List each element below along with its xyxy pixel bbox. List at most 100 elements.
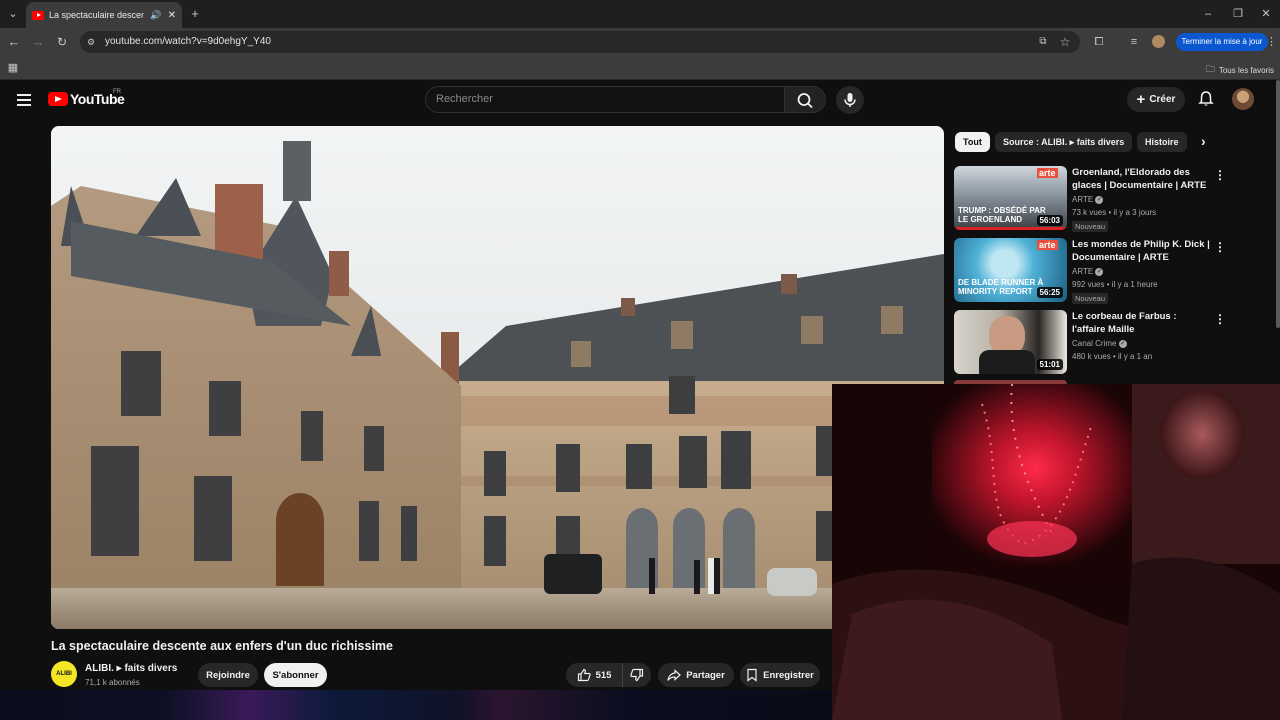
- subscribe-button[interactable]: S'abonner: [264, 663, 327, 687]
- channel-label: ARTE: [1072, 267, 1094, 276]
- recommendation-channel[interactable]: ARTE ✓: [1072, 267, 1104, 276]
- extensions-icon[interactable]: ⧠: [1092, 35, 1106, 49]
- browser-menu-icon[interactable]: ⋮: [1266, 35, 1277, 49]
- share-button[interactable]: Partager: [658, 663, 734, 687]
- channel-label: ARTE: [1072, 195, 1094, 204]
- channel-label: Canal Crime: [1072, 339, 1117, 348]
- channel-avatar[interactable]: ALIBI: [51, 661, 77, 687]
- recommendation-item[interactable]: arte TRUMP : OBSÉDÉ PAR LE GROENLAND 56:…: [954, 166, 1274, 232]
- notifications-bell-icon[interactable]: [1197, 90, 1215, 108]
- recommendation-item[interactable]: arte DE BLADE RUNNER À MINORITY REPORT 5…: [954, 238, 1274, 304]
- search-icon: [797, 93, 813, 109]
- watch-progress: [954, 227, 1067, 230]
- verified-icon: ✓: [1095, 195, 1104, 204]
- thumbs-up-icon: [577, 668, 591, 682]
- microphone-icon: [844, 93, 856, 107]
- recommendation-title[interactable]: Les mondes de Philip K. Dick | Documenta…: [1072, 238, 1210, 264]
- more-options-icon[interactable]: ⋮: [1214, 168, 1226, 182]
- video-thumbnail[interactable]: 51:01: [954, 310, 1067, 374]
- arte-logo: arte: [1037, 240, 1058, 250]
- voice-search-button[interactable]: [836, 86, 864, 114]
- region-code: FR: [113, 89, 121, 95]
- thumbs-down-icon: [630, 668, 644, 682]
- save-icon: [747, 668, 757, 682]
- video-title: La spectaculaire descente aux enfers d'u…: [51, 639, 393, 653]
- join-button[interactable]: Rejoindre: [198, 663, 258, 687]
- folder-icon: 🗀: [1205, 64, 1215, 74]
- all-bookmarks-button[interactable]: 🗀 Tous les favoris: [1206, 62, 1274, 78]
- search-button[interactable]: [784, 86, 826, 113]
- chevron-right-icon[interactable]: ›: [1201, 133, 1206, 149]
- more-options-icon[interactable]: ⋮: [1214, 240, 1226, 254]
- video-thumbnail[interactable]: arte DE BLADE RUNNER À MINORITY REPORT 5…: [954, 238, 1067, 302]
- dislike-button[interactable]: [622, 663, 651, 687]
- subscriber-count: 71,1 k abonnés: [85, 678, 140, 687]
- tab-search-icon[interactable]: ⌄: [6, 7, 20, 21]
- youtube-logo-icon[interactable]: [48, 92, 68, 106]
- new-badge: Nouveau: [1072, 221, 1109, 232]
- video-frame-chateau-image: [51, 126, 944, 629]
- youtube-favicon-icon: [32, 10, 44, 20]
- forward-icon[interactable]: →: [31, 35, 45, 49]
- share-icon: [667, 669, 682, 681]
- tab-audio-icon[interactable]: 🔊: [150, 10, 161, 21]
- save-button[interactable]: Enregistrer: [740, 663, 820, 687]
- chip-source[interactable]: Source : ALIBI. ▸ faits divers: [995, 132, 1133, 152]
- install-app-icon[interactable]: ⧉: [1036, 35, 1050, 49]
- reading-list-icon[interactable]: ≡: [1127, 35, 1141, 49]
- chip-history[interactable]: Histoire: [1137, 132, 1187, 152]
- new-tab-icon[interactable]: +: [188, 7, 202, 21]
- video-player[interactable]: [51, 126, 944, 629]
- verified-icon: ✓: [1095, 267, 1104, 276]
- arte-logo: arte: [1037, 168, 1058, 178]
- like-button[interactable]: 515: [566, 663, 622, 687]
- recommendation-meta: 73 k vues • il y a 3 jours: [1072, 208, 1157, 217]
- recommendation-channel[interactable]: Canal Crime ✓: [1072, 339, 1127, 348]
- like-count: 515: [595, 669, 612, 681]
- thumbnail-body: [979, 350, 1035, 374]
- close-window-icon[interactable]: ✕: [1259, 7, 1273, 21]
- plus-icon: +: [1136, 91, 1146, 108]
- video-duration: 56:25: [1036, 287, 1063, 298]
- url-text[interactable]: youtube.com/watch?v=9d0ehgY_Y40: [105, 36, 271, 47]
- recommendation-channel[interactable]: ARTE ✓: [1072, 195, 1104, 204]
- chip-all[interactable]: Tout: [955, 132, 990, 152]
- new-badge: Nouveau: [1072, 293, 1109, 304]
- all-bookmarks-label: Tous les favoris: [1218, 65, 1274, 75]
- tab-title: La spectaculaire descente a: [49, 10, 145, 20]
- recommendation-meta: 992 vues • il y a 1 heure: [1072, 280, 1158, 289]
- recommendation-title[interactable]: Le corbeau de Farbus : l'affaire Maille: [1072, 310, 1210, 336]
- video-duration: 51:01: [1036, 359, 1063, 370]
- update-browser-button[interactable]: Terminer la mise à jour: [1176, 33, 1268, 51]
- bookmark-star-icon[interactable]: ☆: [1058, 35, 1072, 49]
- channel-name[interactable]: ALIBI. ▸ faits divers: [85, 663, 177, 674]
- desktop-wallpaper-strip: [0, 690, 832, 720]
- bookmarks-bar: [0, 56, 1280, 80]
- browser-tab[interactable]: La spectaculaire descente a 🔊 ✕: [26, 2, 182, 28]
- user-avatar[interactable]: [1232, 88, 1254, 110]
- video-duration: 56:03: [1036, 215, 1063, 226]
- recommendation-item[interactable]: 51:01 Le corbeau de Farbus : l'affaire M…: [954, 310, 1274, 376]
- webcam-overlay: [832, 384, 1280, 720]
- webcam-feed-image: [832, 384, 1280, 720]
- profile-avatar-icon[interactable]: [1152, 35, 1165, 48]
- save-label: Enregistrer: [763, 669, 814, 681]
- back-icon[interactable]: ←: [7, 35, 21, 49]
- search-input[interactable]: Rechercher: [425, 86, 785, 113]
- recommendation-title[interactable]: Groenland, l'Eldorado des glaces | Docum…: [1072, 166, 1210, 192]
- verified-icon: ✓: [1118, 339, 1127, 348]
- minimize-icon[interactable]: –: [1201, 7, 1215, 21]
- more-options-icon[interactable]: ⋮: [1214, 312, 1226, 326]
- maximize-icon[interactable]: ❐: [1231, 7, 1245, 21]
- reload-icon[interactable]: ↻: [55, 35, 69, 49]
- hamburger-menu-icon[interactable]: [17, 94, 31, 106]
- video-thumbnail[interactable]: arte TRUMP : OBSÉDÉ PAR LE GROENLAND 56:…: [954, 166, 1067, 230]
- tab-close-icon[interactable]: ✕: [168, 10, 176, 21]
- share-label: Partager: [686, 669, 725, 681]
- recommendation-meta: 480 k vues • il y a 1 an: [1072, 352, 1153, 361]
- page-scrollbar[interactable]: [1276, 80, 1280, 328]
- create-button[interactable]: + Créer: [1127, 87, 1185, 112]
- apps-grid-icon[interactable]: ▦: [6, 61, 20, 75]
- create-label: Créer: [1149, 94, 1176, 105]
- site-info-icon[interactable]: ⚙: [85, 35, 97, 49]
